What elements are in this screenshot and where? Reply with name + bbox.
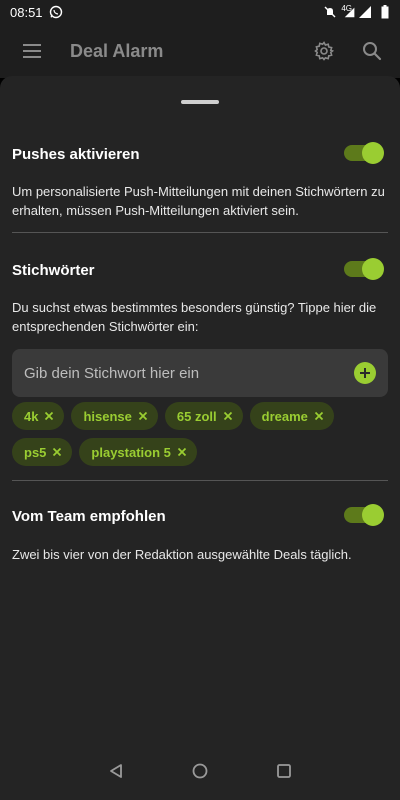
toggle-knob xyxy=(362,258,384,280)
push-toggle[interactable] xyxy=(344,142,384,164)
keyword-input[interactable] xyxy=(24,364,354,382)
keyword-field xyxy=(12,349,388,397)
divider xyxy=(12,232,388,233)
page-title: Deal Alarm xyxy=(70,40,164,61)
status-right: 4G xyxy=(323,3,392,19)
mute-icon xyxy=(323,5,337,19)
keyword-chip-label: hisense xyxy=(83,408,132,424)
keyword-chip-label: dreame xyxy=(261,408,308,424)
keyword-chip[interactable]: dreame xyxy=(249,402,334,430)
keyword-chip-label: 4k xyxy=(24,408,39,424)
keyword-chip-label: 65 zoll xyxy=(176,408,217,424)
keyword-chip[interactable]: ps5 xyxy=(12,438,73,466)
keyword-chips: 4k hisense 65 zoll dreame ps5 playstation 5 xyxy=(12,402,392,466)
status-left: 08:51 xyxy=(10,5,63,20)
settings-sheet: Pushes aktivieren Um personalisierte Pus… xyxy=(0,76,400,742)
app-bar: Deal Alarm xyxy=(0,24,400,78)
team-section-title: Vom Team empfohlen xyxy=(12,508,166,525)
keywords-toggle[interactable] xyxy=(344,258,384,280)
remove-chip-icon[interactable] xyxy=(177,447,187,457)
toggle-knob xyxy=(362,504,384,526)
home-icon[interactable] xyxy=(188,759,212,783)
settings-icon[interactable] xyxy=(310,37,338,65)
keyword-chip[interactable]: playstation 5 xyxy=(79,438,197,466)
keywords-section-title: Stichwörter xyxy=(12,262,95,279)
network-label: 4G xyxy=(341,3,352,13)
keyword-chip[interactable]: 4k xyxy=(12,402,65,430)
remove-chip-icon[interactable] xyxy=(138,411,148,421)
drag-handle[interactable] xyxy=(181,100,219,104)
keyword-chip[interactable]: 65 zoll xyxy=(164,402,243,430)
remove-chip-icon[interactable] xyxy=(314,411,324,421)
whatsapp-icon xyxy=(49,5,63,19)
team-section-description: Zwei bis vier von der Redaktion ausgewäh… xyxy=(12,547,352,562)
menu-icon[interactable] xyxy=(18,37,46,65)
plus-icon xyxy=(360,368,370,378)
signal-icon xyxy=(358,5,372,19)
status-time: 08:51 xyxy=(10,4,43,20)
push-section-title: Pushes aktivieren xyxy=(12,146,140,163)
toggle-knob xyxy=(362,142,384,164)
divider xyxy=(12,480,388,481)
system-nav-bar xyxy=(0,742,400,800)
keyword-chip-label: playstation 5 xyxy=(91,444,171,460)
battery-icon xyxy=(378,5,392,19)
remove-chip-icon[interactable] xyxy=(223,411,233,421)
remove-chip-icon[interactable] xyxy=(44,411,54,421)
team-toggle[interactable] xyxy=(344,504,384,526)
push-section-description: Um personalisierte Push-Mitteilungen mit… xyxy=(12,184,385,218)
add-keyword-button[interactable] xyxy=(354,362,376,384)
keyword-chip[interactable]: hisense xyxy=(71,402,158,430)
back-icon[interactable] xyxy=(104,759,128,783)
remove-chip-icon[interactable] xyxy=(52,447,62,457)
recents-icon[interactable] xyxy=(272,759,296,783)
keywords-section-description: Du suchst etwas bestimmtes besonders gün… xyxy=(12,300,377,334)
search-icon[interactable] xyxy=(358,37,386,65)
keyword-chip-label: ps5 xyxy=(24,444,47,460)
status-bar: 08:51 4G xyxy=(0,0,400,24)
